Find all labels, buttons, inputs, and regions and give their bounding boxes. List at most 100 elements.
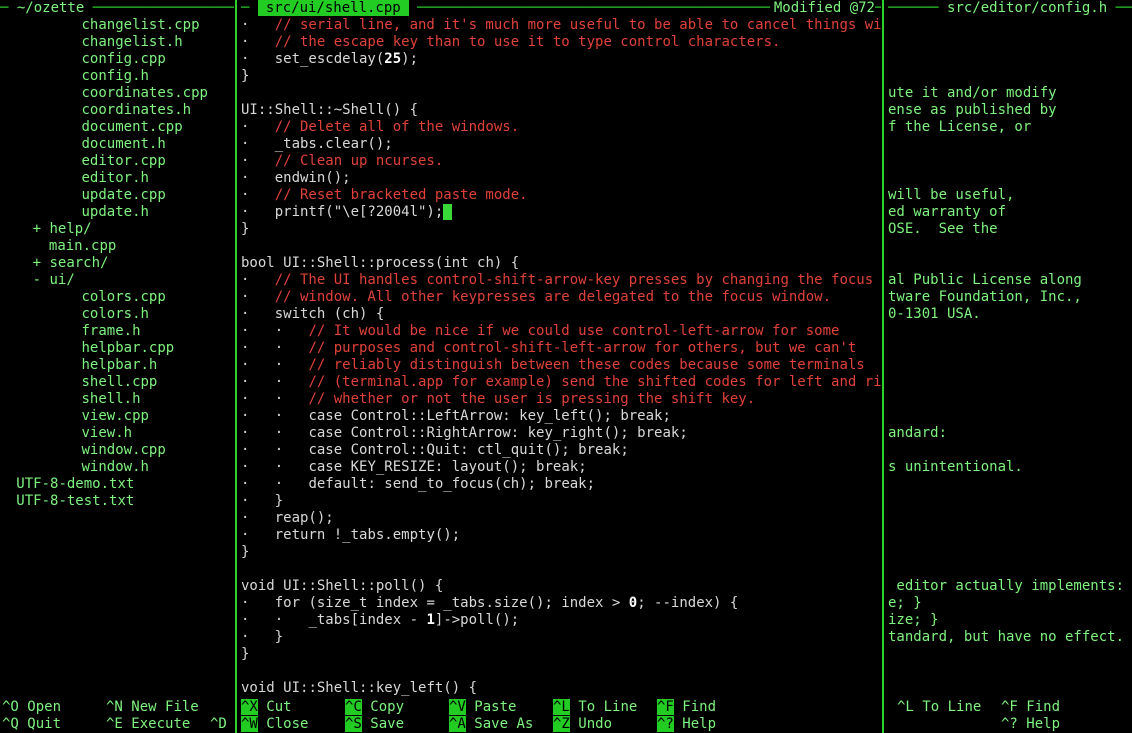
file-tree-item[interactable]: window.cpp <box>0 442 234 459</box>
file-tree-item[interactable]: colors.h <box>0 306 234 323</box>
code-line[interactable]: · reap(); <box>241 510 881 527</box>
secondary-code-line[interactable] <box>888 680 1132 697</box>
code-line[interactable]: · · default: send_to_focus(ch); break; <box>241 476 881 493</box>
secondary-code-line[interactable] <box>888 646 1132 663</box>
code-line[interactable]: · } <box>241 629 881 646</box>
secondary-code-line[interactable] <box>888 663 1132 680</box>
shortcut-to-line[interactable]: ^L To Line <box>897 699 1001 716</box>
file-tree-item[interactable]: shell.h <box>0 391 234 408</box>
code-line[interactable]: · printf("\e[?2004l"); <box>241 204 881 221</box>
code-line[interactable]: · // the escape key than to use it to ty… <box>241 34 881 51</box>
secondary-code-line[interactable] <box>888 136 1132 153</box>
file-tree-item[interactable]: coordinates.cpp <box>0 85 234 102</box>
file-tree-item[interactable]: editor.h <box>0 170 234 187</box>
file-tree-item[interactable]: + help/ <box>0 221 234 238</box>
file-tree-item[interactable]: shell.cpp <box>0 374 234 391</box>
tree-expand-marker[interactable]: + <box>33 255 41 271</box>
code-line[interactable]: · // window. All other keypresses are de… <box>241 289 881 306</box>
file-tree-item[interactable]: coordinates.h <box>0 102 234 119</box>
shortcut-copy[interactable]: ^C Copy <box>345 699 449 716</box>
tree-expand-marker[interactable]: - <box>33 272 41 288</box>
secondary-code-line[interactable]: al Public License along <box>888 272 1132 289</box>
code-line[interactable]: · } <box>241 493 881 510</box>
shortcut-open[interactable]: ^O Open <box>2 699 106 716</box>
secondary-code-line[interactable] <box>888 357 1132 374</box>
code-line[interactable]: · set_escdelay(25); <box>241 51 881 68</box>
code-line[interactable]: · · case KEY_RESIZE: layout(); break; <box>241 459 881 476</box>
shortcut-blank[interactable] <box>897 716 1001 733</box>
shortcut-close[interactable]: ^W Close <box>241 716 345 733</box>
code-line[interactable]: } <box>241 221 881 238</box>
shortcut-help[interactable]: ^? Help <box>657 716 761 733</box>
code-line[interactable]: · // Reset bracketed paste mode. <box>241 187 881 204</box>
shortcut-execute[interactable]: ^E Execute <box>106 716 210 733</box>
shortcut-blank[interactable]: ^D <box>210 716 234 733</box>
shortcut-save-as[interactable]: ^A Save As <box>449 716 553 733</box>
code-line[interactable]: · for (size_t index = _tabs.size(); inde… <box>241 595 881 612</box>
secondary-code-line[interactable] <box>888 238 1132 255</box>
code-line[interactable]: UI::Shell::~Shell() { <box>241 102 881 119</box>
code-line[interactable]: · // The UI handles control-shift-arrow-… <box>241 272 881 289</box>
secondary-code-line[interactable]: editor actually implements: <box>888 578 1132 595</box>
shortcut-quit[interactable]: ^Q Quit <box>2 716 106 733</box>
secondary-code-line[interactable] <box>888 544 1132 561</box>
secondary-code-line[interactable] <box>888 255 1132 272</box>
secondary-code-line[interactable] <box>888 510 1132 527</box>
file-tree-item[interactable]: main.cpp <box>0 238 234 255</box>
shortcut-to-line[interactable]: ^L To Line <box>553 699 657 716</box>
secondary-code-line[interactable]: tware Foundation, Inc., <box>888 289 1132 306</box>
code-line[interactable]: · · case Control::RightArrow: key_right(… <box>241 425 881 442</box>
secondary-code-area[interactable]: ute it and/or modify ense as published by… <box>888 17 1132 699</box>
code-line[interactable] <box>241 663 881 680</box>
code-line[interactable]: · // serial line, and it's much more use… <box>241 17 881 34</box>
secondary-code-line[interactable]: ense as published by <box>888 102 1132 119</box>
secondary-code-line[interactable] <box>888 408 1132 425</box>
secondary-code-line[interactable] <box>888 442 1132 459</box>
code-line[interactable]: · · // It would be nice if we could use … <box>241 323 881 340</box>
shortcut-paste[interactable]: ^V Paste <box>449 699 553 716</box>
file-tree-item[interactable]: UTF-8-demo.txt <box>0 476 234 493</box>
secondary-file-title[interactable]: src/editor/config.h <box>947 0 1107 16</box>
file-tree-item[interactable]: config.cpp <box>0 51 234 68</box>
file-tree-item[interactable]: + search/ <box>0 255 234 272</box>
secondary-code-line[interactable]: ize; } <box>888 612 1132 629</box>
code-line[interactable]: · · // whether or not the user is pressi… <box>241 391 881 408</box>
file-tree-item[interactable]: helpbar.h <box>0 357 234 374</box>
code-line[interactable]: · · // (terminal.app for example) send t… <box>241 374 881 391</box>
secondary-code-line[interactable] <box>888 17 1132 34</box>
file-tree-item[interactable]: UTF-8-test.txt <box>0 493 234 510</box>
tree-expand-marker[interactable]: + <box>33 221 41 237</box>
secondary-code-line[interactable] <box>888 153 1132 170</box>
shortcut-find[interactable]: ^F Find <box>657 699 761 716</box>
file-tree-item[interactable]: editor.cpp <box>0 153 234 170</box>
shortcut-find[interactable]: ^F Find <box>1001 699 1105 716</box>
file-tree-item[interactable]: changelist.cpp <box>0 17 234 34</box>
secondary-code-line[interactable] <box>888 340 1132 357</box>
code-line[interactable] <box>241 238 881 255</box>
secondary-code-line[interactable] <box>888 527 1132 544</box>
code-line[interactable]: · switch (ch) { <box>241 306 881 323</box>
code-line[interactable]: } <box>241 646 881 663</box>
file-tree-item[interactable]: helpbar.cpp <box>0 340 234 357</box>
code-line[interactable]: bool UI::Shell::process(int ch) { <box>241 255 881 272</box>
code-line[interactable]: } <box>241 544 881 561</box>
secondary-code-line[interactable]: s unintentional. <box>888 459 1132 476</box>
file-tree-item[interactable]: update.h <box>0 204 234 221</box>
secondary-code-line[interactable]: e; } <box>888 595 1132 612</box>
secondary-code-line[interactable] <box>888 561 1132 578</box>
code-line[interactable]: · · case Control::Quit: ctl_quit(); brea… <box>241 442 881 459</box>
secondary-code-line[interactable] <box>888 493 1132 510</box>
shortcut-undo[interactable]: ^Z Undo <box>553 716 657 733</box>
file-tree-item[interactable]: document.h <box>0 136 234 153</box>
file-browser-pane[interactable]: ─ ~/ozette ───────────────────── changel… <box>0 0 234 699</box>
file-tree-item[interactable]: - ui/ <box>0 272 234 289</box>
code-line[interactable]: } <box>241 68 881 85</box>
code-line[interactable]: · return !_tabs.empty(); <box>241 527 881 544</box>
file-tree-item[interactable]: document.cpp <box>0 119 234 136</box>
shortcut-cut[interactable]: ^X Cut <box>241 699 345 716</box>
secondary-code-line[interactable]: 0-1301 USA. <box>888 306 1132 323</box>
secondary-code-line[interactable]: OSE. See the <box>888 221 1132 238</box>
code-line[interactable]: void UI::Shell::key_left() { <box>241 680 881 697</box>
secondary-code-line[interactable]: ute it and/or modify <box>888 85 1132 102</box>
secondary-code-line[interactable] <box>888 68 1132 85</box>
